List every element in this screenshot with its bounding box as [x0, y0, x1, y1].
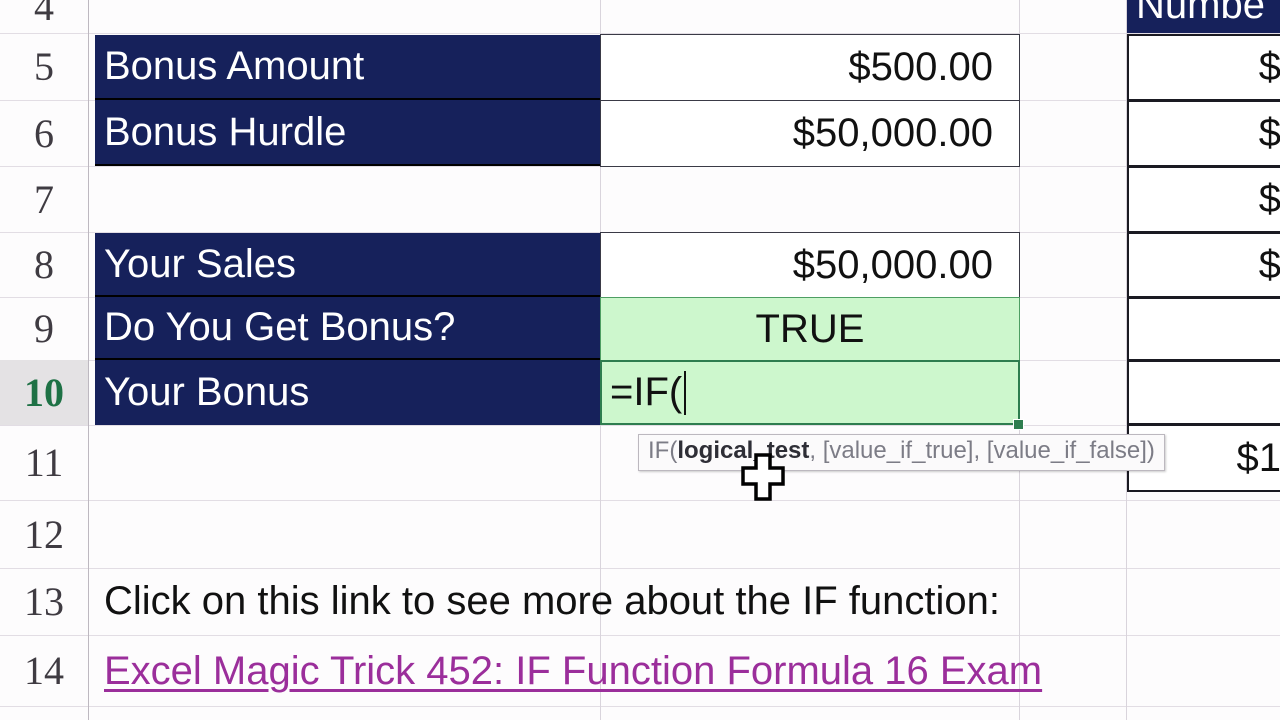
cell-b8-your-sales-value[interactable]: $50,000.00 — [600, 232, 1020, 298]
cell-a6-bonus-hurdle-label[interactable]: Bonus Hurdle — [95, 100, 600, 166]
hyperlink-excel-magic-trick-452[interactable]: Excel Magic Trick 452: IF Function Formu… — [104, 649, 1042, 694]
spreadsheet-grid[interactable]: 4 5 6 7 8 9 10 11 12 13 14 Bonus Amount … — [0, 0, 1280, 720]
row-header-8[interactable]: 8 — [0, 232, 88, 297]
row-header-10[interactable]: 10 — [0, 360, 88, 425]
row-header-divider — [88, 0, 89, 720]
cell-a10-your-bonus-label[interactable]: Your Bonus — [95, 360, 600, 425]
row-header-6[interactable]: 6 — [0, 100, 88, 166]
row-header-7[interactable]: 7 — [0, 166, 88, 232]
tooltip-bold-argument: logical_test — [677, 437, 810, 464]
cell-a8-your-sales-label[interactable]: Your Sales — [95, 233, 600, 297]
cell-b9-get-bonus-result[interactable]: TRUE — [600, 297, 1020, 361]
cell-d8-value[interactable]: $ — [1127, 232, 1280, 298]
row-header-5[interactable]: 5 — [0, 33, 88, 100]
cell-d7-value[interactable]: $ — [1127, 166, 1280, 233]
tooltip-prefix: IF( — [648, 437, 678, 464]
row-header-12[interactable]: 12 — [0, 500, 88, 568]
gridline-h — [0, 425, 1280, 426]
cell-a14-hyperlink-row[interactable]: Excel Magic Trick 452: IF Function Formu… — [95, 636, 1280, 706]
row-header-11[interactable]: 11 — [0, 425, 88, 500]
cell-a9-get-bonus-label[interactable]: Do You Get Bonus? — [95, 297, 600, 360]
tooltip-suffix: , [value_if_true], [value_if_false]) — [809, 437, 1155, 464]
cell-b5-bonus-amount-value[interactable]: $500.00 — [600, 34, 1020, 101]
text-caret — [684, 370, 687, 415]
cell-a5-bonus-amount-label[interactable]: Bonus Amount — [95, 35, 600, 100]
row-header-14[interactable]: 14 — [0, 635, 88, 706]
formula-text: =IF( — [610, 370, 683, 414]
cell-d6-value[interactable]: $ — [1127, 100, 1280, 167]
cell-d5-value[interactable]: $ — [1127, 34, 1280, 101]
row-header-13[interactable]: 13 — [0, 568, 88, 635]
cell-b6-bonus-hurdle-value[interactable]: $50,000.00 — [600, 100, 1020, 167]
formula-argument-tooltip: IF(logical_test, [value_if_true], [value… — [638, 434, 1165, 471]
row-header-9[interactable]: 9 — [0, 297, 88, 360]
fill-handle[interactable] — [1013, 419, 1024, 430]
cell-d10-value[interactable] — [1127, 360, 1280, 425]
gridline-h — [0, 500, 1280, 501]
cell-b10-active-formula-editor[interactable]: =IF( — [600, 360, 1020, 425]
gridline-h — [0, 706, 1280, 707]
cell-d4-number-header[interactable]: Numbe — [1127, 0, 1280, 33]
cell-d9-value[interactable] — [1127, 297, 1280, 361]
cell-a13-instruction-text[interactable]: Click on this link to see more about the… — [95, 568, 1275, 635]
row-header-4[interactable]: 4 — [0, 0, 88, 33]
